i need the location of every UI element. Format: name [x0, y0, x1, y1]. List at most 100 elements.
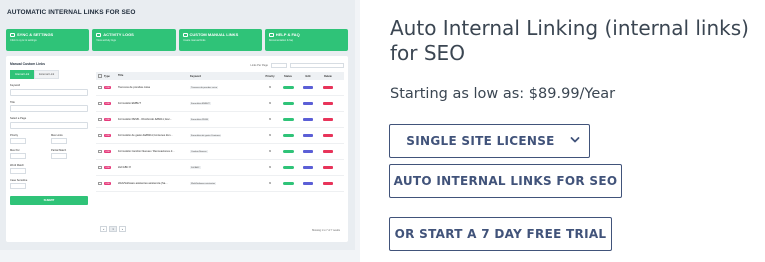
free-trial-button[interactable]: OR START A 7 DAY FREE TRIAL	[389, 217, 612, 251]
header-title: Title	[118, 74, 124, 78]
edit-button	[303, 101, 313, 106]
keyword-input	[10, 88, 88, 96]
delete-button	[323, 85, 333, 90]
row-keyword: Formulário EMBUT	[190, 102, 211, 106]
header-type: Type	[104, 74, 110, 78]
header-keyword: Keyword	[190, 74, 201, 78]
delete-button	[323, 117, 333, 122]
card-title: ACTIVITY LOGS	[103, 32, 134, 37]
tab-internal-link: Internal Link	[10, 70, 35, 79]
type-badge: LINK	[104, 102, 112, 106]
license-select-label: SINGLE SITE LICENSE	[406, 134, 555, 148]
screenshot-frame: AUTOMATIC INTERNAL LINKS FOR SEO SYNC & …	[0, 0, 355, 250]
row-priority: 0	[269, 102, 271, 105]
status-toggle	[282, 149, 294, 154]
select-all-checkbox	[98, 74, 102, 78]
field-label: Max Per	[10, 148, 20, 152]
header-priority: Priority	[265, 74, 275, 78]
field-label: Max Links	[51, 133, 63, 137]
row-keyword: Tienoxos de prendas coisa	[190, 86, 219, 90]
type-badge: LINK	[104, 86, 112, 90]
form-row: Word Match	[10, 159, 88, 174]
card-sync-settings: SYNC & SETTINGS Click to sync & settings	[6, 29, 90, 51]
submit-button: SUBMIT	[10, 195, 88, 205]
table-row: LINK Formulário Cambio Nuevas / Renovacio…	[96, 144, 344, 160]
table-row: LINK Formulário de gasto dá#8211;Contenes…	[96, 128, 344, 144]
log-icon	[96, 32, 102, 37]
chevron-down-icon	[570, 137, 580, 143]
delete-button	[323, 149, 333, 154]
row-keyword: Formulário de gasto Contenes	[190, 134, 222, 138]
edit-button	[303, 149, 313, 154]
field-label: Priority	[10, 133, 19, 137]
tab-external-link: External Link	[34, 70, 60, 79]
product-title: Auto Internal Linking (internal links) f…	[390, 16, 749, 65]
row-priority: 0	[269, 118, 271, 121]
delete-button	[323, 101, 333, 106]
field-label: Partial Match	[51, 148, 67, 152]
row-title: Formulário EMBUT	[118, 101, 141, 105]
status-toggle	[282, 181, 294, 186]
table-row: LINK Web/Software asistentes asistencia (…	[96, 176, 344, 192]
link-icon	[182, 32, 188, 37]
row-checkbox	[98, 85, 102, 90]
card-activity-logs: ACTIVITY LOGS View activity logs	[92, 29, 176, 51]
page-select	[10, 121, 88, 129]
card-title: SYNC & SETTINGS	[17, 32, 54, 37]
manual-links-form: Manual Custom Links Internal Link Extern…	[10, 62, 88, 234]
card-help-faq: HELP & FAQ Documentation & faq	[264, 29, 348, 51]
product-screenshot[interactable]: AUTOMATIC INTERNAL LINKS FOR SEO SYNC & …	[0, 0, 360, 262]
status-toggle	[282, 165, 294, 170]
type-badge: LINK	[104, 182, 112, 186]
table-pager: « 1 »	[100, 226, 127, 232]
row-checkbox	[98, 117, 102, 122]
row-priority: 0	[269, 182, 271, 185]
word-match-input	[10, 167, 26, 174]
row-priority: 0	[269, 86, 271, 89]
edit-button	[303, 85, 313, 90]
pager-prev: «	[100, 226, 108, 232]
header-status: Status	[284, 74, 292, 78]
card-subtitle: Click to sync & settings	[10, 39, 37, 42]
row-title: Web/Software asistentes asistencia (Sa..…	[118, 181, 168, 185]
case-sensitive-input	[10, 182, 26, 189]
status-toggle	[282, 85, 294, 90]
form-tabs: Internal Link External Link	[10, 70, 88, 79]
field-label: Select a Page	[10, 117, 27, 120]
row-keyword: Formulário PESB	[190, 118, 209, 122]
row-title: Zell ABC 8	[118, 165, 131, 169]
edit-button	[303, 133, 313, 138]
edit-button	[303, 181, 313, 186]
type-badge: LINK	[104, 118, 112, 122]
type-badge: LINK	[104, 166, 112, 170]
status-toggle	[282, 117, 294, 122]
edit-button	[303, 165, 313, 170]
form-title: Manual Custom Links	[10, 62, 46, 66]
type-badge: LINK	[104, 134, 112, 138]
sync-icon	[10, 32, 15, 37]
auto-internal-links-button[interactable]: AUTO INTERNAL LINKS FOR SEO	[389, 164, 622, 198]
row-keyword: Zell ABC	[190, 166, 201, 170]
help-icon	[268, 32, 274, 37]
delete-button	[323, 181, 333, 186]
card-title: CUSTOM MANUAL LINKS	[189, 32, 239, 37]
pager-next: »	[118, 226, 127, 232]
table-row: LINK Tienoxos de prendas coisa Tienoxos de…	[96, 80, 344, 96]
card-subtitle: Documentation & faq	[268, 39, 293, 42]
field-label: Case Sensitive	[10, 178, 28, 182]
form-row: Max Per Partial Match	[10, 144, 88, 159]
row-priority: 0	[269, 166, 271, 169]
table-toolbar: Links Per Page	[96, 60, 344, 70]
per-page-label: Links Per Page	[250, 63, 268, 67]
table-body: LINK Tienoxos de prendas coisa Tienoxos de…	[96, 80, 344, 192]
row-checkbox	[98, 181, 102, 186]
table-header: Type Title Keyword Priority Status Edit …	[96, 72, 344, 80]
type-badge: LINK	[104, 150, 112, 154]
table-showing: Showing 1 to 7 of 7 results	[311, 229, 340, 232]
license-select[interactable]: SINGLE SITE LICENSE	[389, 124, 590, 158]
per-page-select	[271, 62, 287, 68]
table-row: LINK Zell ABC 8 Zell ABC 0	[96, 160, 344, 176]
row-keyword: Web/Software asistentes	[190, 182, 217, 186]
screenshot-panel: Manual Custom Links Internal Link Extern…	[6, 56, 348, 242]
title-input	[10, 105, 88, 112]
